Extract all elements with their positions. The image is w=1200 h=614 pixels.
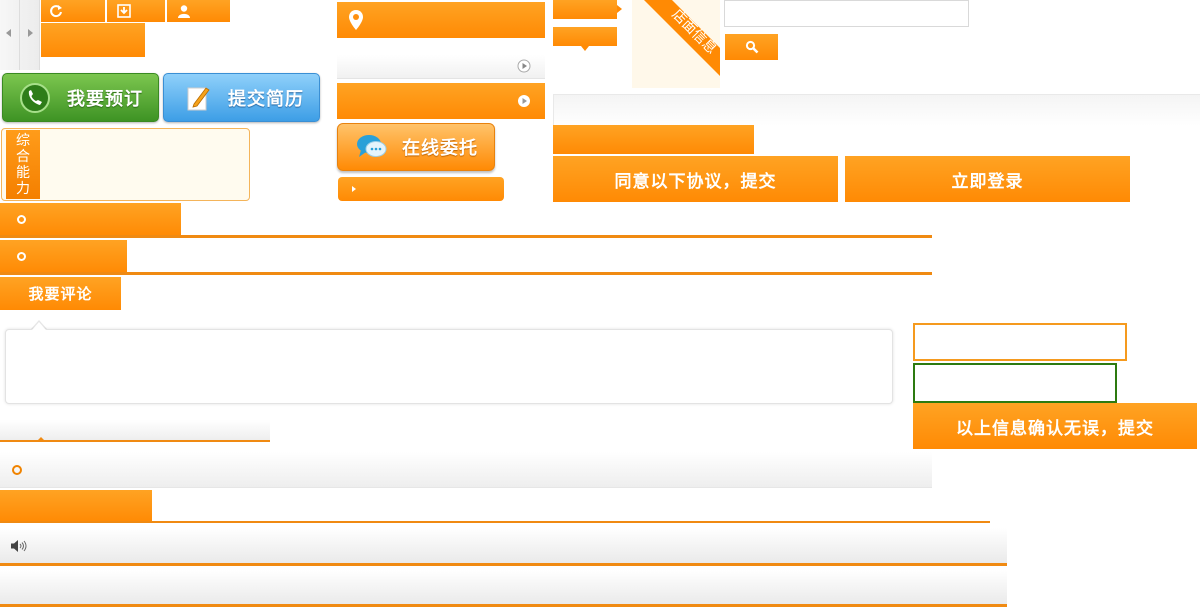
search-icon xyxy=(745,40,759,54)
down-tag[interactable] xyxy=(553,27,617,46)
comment-pointer-inner xyxy=(32,322,46,330)
ability-char: 合 xyxy=(16,148,30,165)
list-row[interactable] xyxy=(0,452,932,488)
text-input-valid[interactable] xyxy=(913,363,1117,403)
download-icon xyxy=(117,4,131,18)
play-circle-icon xyxy=(517,59,531,73)
circle-icon xyxy=(17,215,26,224)
speaker-icon xyxy=(11,540,27,552)
play-circle-icon xyxy=(518,95,530,107)
circle-icon xyxy=(17,252,26,261)
tab-header-1[interactable] xyxy=(0,203,181,236)
tab-header-2[interactable] xyxy=(0,240,127,273)
agree-submit-button[interactable]: 同意以下协议，提交 xyxy=(553,156,838,202)
grey-bar[interactable] xyxy=(337,55,545,79)
ability-char: 综 xyxy=(16,132,30,149)
arrow-right-icon[interactable] xyxy=(28,29,33,37)
ability-tag: 综 合 能 力 xyxy=(6,130,40,199)
section-header xyxy=(0,490,152,522)
arrow-left-icon[interactable] xyxy=(6,29,11,37)
footer-bar xyxy=(0,570,1007,607)
book-button-label: 我要预订 xyxy=(67,88,143,110)
ability-panel: 综 合 能 力 xyxy=(1,128,250,201)
resume-button[interactable]: 提交简历 xyxy=(163,73,320,122)
phone-icon xyxy=(20,83,50,113)
chat-icon xyxy=(357,135,387,157)
down-tag-tip xyxy=(581,46,589,51)
grey-panel xyxy=(553,94,1200,126)
user-icon xyxy=(178,5,190,18)
comment-tab[interactable]: 我要评论 xyxy=(0,277,121,310)
section-underline xyxy=(0,521,990,523)
user-tab[interactable] xyxy=(167,0,230,22)
entrust-button-label: 在线委托 xyxy=(402,138,478,159)
arrow-tag[interactable] xyxy=(553,0,617,19)
orange-header-bar xyxy=(553,125,754,154)
refresh-icon xyxy=(50,5,62,18)
location-pin-icon xyxy=(349,10,363,30)
entrust-button[interactable]: 在线委托 xyxy=(337,123,495,171)
ability-char: 能 xyxy=(16,164,30,181)
edit-icon xyxy=(187,87,210,111)
circle-icon xyxy=(12,465,22,475)
ability-char: 力 xyxy=(16,180,30,197)
tab-underline xyxy=(0,272,932,275)
search-input[interactable] xyxy=(724,0,969,27)
confirm-submit-button[interactable]: 以上信息确认无误，提交 xyxy=(913,403,1197,449)
refresh-tab[interactable] xyxy=(41,0,105,22)
arrow-tag-tip xyxy=(617,5,622,13)
login-button[interactable]: 立即登录 xyxy=(845,156,1130,202)
comment-textarea[interactable] xyxy=(5,329,893,404)
text-input-focused[interactable] xyxy=(913,323,1127,361)
download-tab[interactable] xyxy=(107,0,165,22)
resume-button-label: 提交简历 xyxy=(228,88,304,110)
store-info-panel: 店面信息 xyxy=(632,0,720,88)
small-orange-bar[interactable] xyxy=(338,177,504,201)
book-button[interactable]: 我要预订 xyxy=(2,73,159,122)
slider-arrows xyxy=(0,0,40,70)
orange-bar[interactable] xyxy=(337,83,545,119)
arrow-right-icon xyxy=(352,186,356,192)
notice-bar xyxy=(0,528,1007,566)
tab-underline xyxy=(0,235,932,238)
search-button[interactable] xyxy=(725,34,778,60)
orange-tab[interactable] xyxy=(41,23,145,57)
tab-pointer xyxy=(36,437,46,442)
location-bar[interactable] xyxy=(337,2,545,38)
